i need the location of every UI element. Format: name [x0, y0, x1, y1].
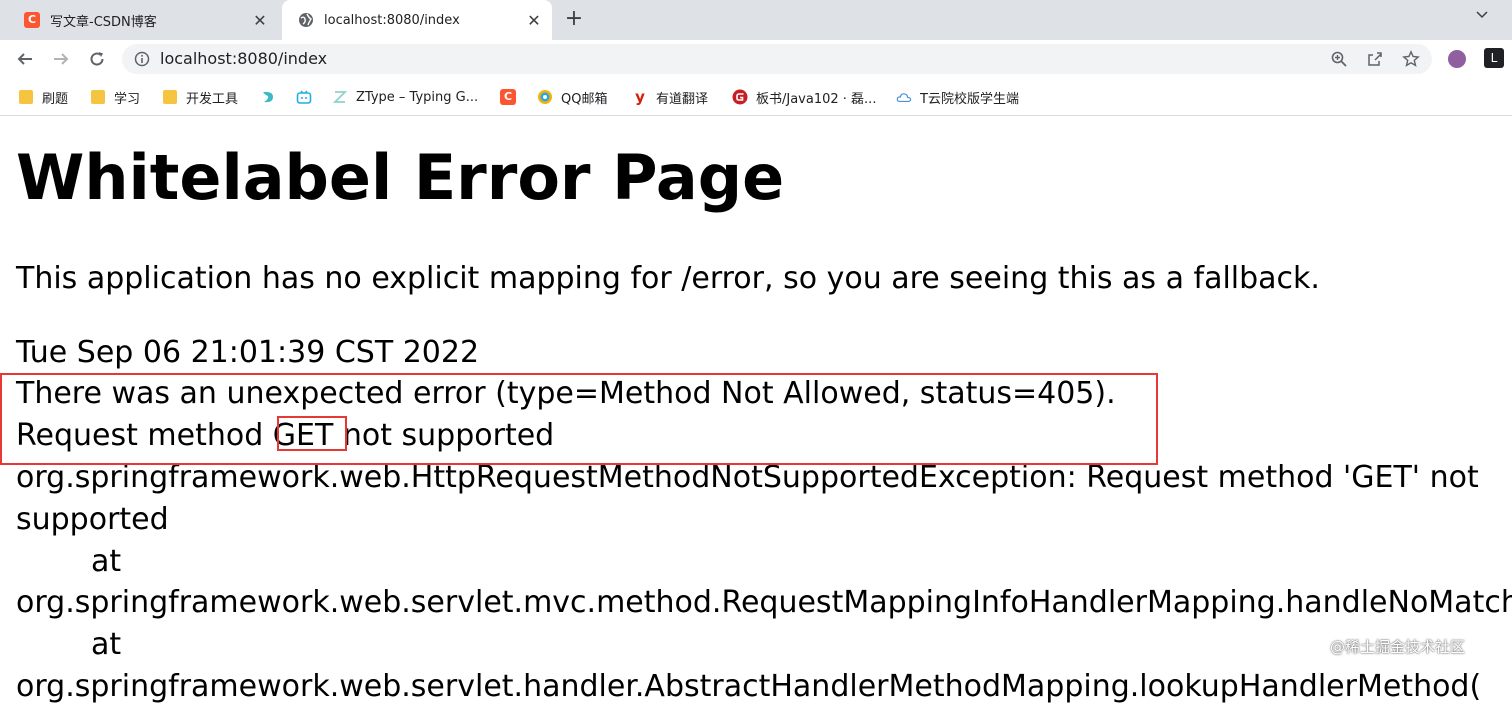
youdao-icon: y	[635, 88, 645, 106]
csdn-icon: C	[24, 12, 40, 28]
tab-title: 写文章-CSDN博客	[50, 14, 157, 30]
error-highlight-box	[0, 373, 1158, 465]
bookmark-item[interactable]: y 有道翻译	[632, 87, 708, 107]
chevron-down-icon[interactable]	[1470, 8, 1494, 28]
globe-icon	[298, 12, 314, 28]
error-description: This application has no explicit mapping…	[16, 261, 1320, 296]
share-icon[interactable]	[1366, 50, 1384, 68]
tab-title: localhost:8080/index	[324, 12, 460, 28]
browser-toolbar: localhost:8080/index L	[0, 40, 1512, 78]
page-title: Whitelabel Error Page	[16, 141, 785, 214]
bookmark-item[interactable]	[296, 87, 320, 107]
info-icon[interactable]	[134, 51, 150, 67]
folder-icon	[18, 89, 34, 105]
close-icon[interactable]: ✕	[250, 10, 270, 30]
folder-icon	[90, 89, 106, 105]
get-highlight-box	[277, 416, 347, 451]
tab-localhost[interactable]: localhost:8080/index ✕	[282, 0, 552, 40]
tcloud-icon	[896, 89, 912, 105]
csdn-icon: C	[500, 89, 516, 105]
folder-icon	[162, 89, 178, 105]
bookmark-item[interactable]	[260, 87, 284, 107]
bookmark-item[interactable]: C	[500, 87, 524, 107]
bookmark-item[interactable]: 开发工具	[162, 87, 238, 107]
ztype-icon	[332, 89, 348, 105]
profile-avatar[interactable]	[1448, 50, 1466, 68]
error-timestamp: Tue Sep 06 21:01:39 CST 2022	[16, 335, 480, 370]
new-tab-plus-icon[interactable]: +	[562, 8, 586, 32]
star-icon[interactable]	[1402, 50, 1420, 68]
tab-csdn[interactable]: C 写文章-CSDN博客 ✕	[8, 0, 278, 40]
stack-trace-line: supported	[16, 502, 169, 537]
qqmail-icon	[537, 89, 553, 105]
stack-trace-line: at	[91, 627, 122, 662]
bilibili-icon	[296, 89, 312, 105]
address-bar[interactable]: localhost:8080/index	[122, 44, 1432, 74]
bookmark-item[interactable]: QQ邮箱	[537, 87, 607, 107]
forward-arrow-icon[interactable]	[48, 46, 74, 72]
bookmark-item[interactable]: ZType – Typing G...	[332, 87, 478, 107]
bookmarks-bar: 刷题 学习 开发工具 ZType – Typing G... C QQ邮箱 y …	[0, 78, 1512, 116]
watermark: @稀土掘金技术社区	[1330, 638, 1466, 656]
tab-strip: C 写文章-CSDN博客 ✕ localhost:8080/index ✕ +	[0, 0, 1512, 40]
gitee-icon	[732, 89, 748, 105]
back-arrow-icon[interactable]	[12, 46, 38, 72]
stack-trace-line: org.springframework.web.servlet.mvc.meth…	[16, 585, 1512, 620]
bookmark-item[interactable]: 刷题	[18, 87, 68, 107]
reload-icon[interactable]	[84, 46, 110, 72]
extension-icon[interactable]: L	[1484, 48, 1504, 68]
bookmark-item[interactable]: 学习	[90, 87, 140, 107]
stack-trace-line: org.springframework.web.servlet.handler.…	[16, 669, 1482, 704]
bookmark-item[interactable]: 板书/Java102 · 磊...	[732, 87, 876, 107]
url-text[interactable]: localhost:8080/index	[160, 49, 327, 69]
bookmark-item[interactable]: T云院校版学生端	[896, 87, 1019, 107]
close-icon[interactable]: ✕	[524, 10, 544, 30]
bookmark-site-icon	[260, 89, 276, 105]
stack-trace-line: at	[91, 544, 122, 579]
zoom-icon[interactable]	[1330, 50, 1348, 68]
